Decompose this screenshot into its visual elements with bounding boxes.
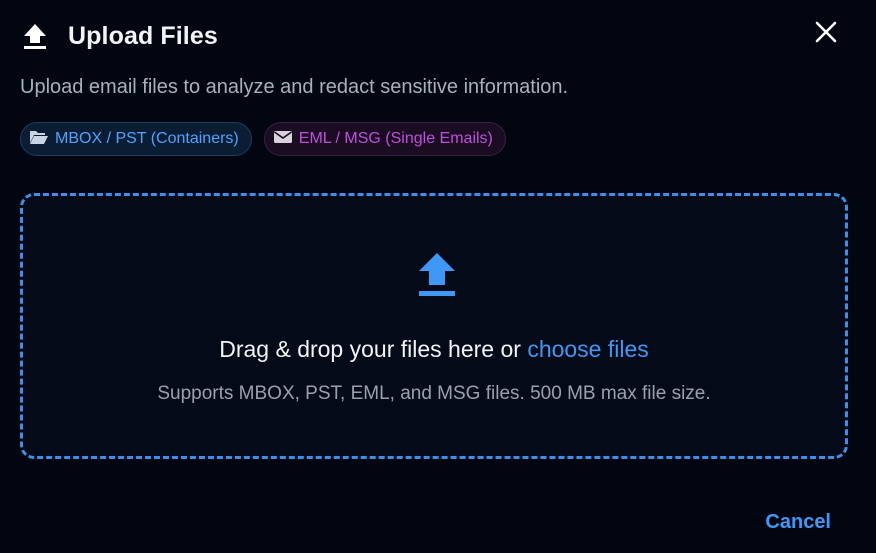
choose-files-link[interactable]: choose files <box>527 336 648 362</box>
upload-dialog: Upload Files Upload email files to analy… <box>0 0 876 553</box>
dropzone-prompt-text: Drag & drop your files here or <box>219 336 521 362</box>
envelope-icon <box>273 129 293 150</box>
dropzone-support-text: Supports MBOX, PST, EML, and MSG files. … <box>157 383 711 404</box>
chip-mbox-pst[interactable]: MBOX / PST (Containers) <box>20 122 252 156</box>
chip-eml-msg[interactable]: EML / MSG (Single Emails) <box>263 122 506 156</box>
dialog-description: Upload email files to analyze and redact… <box>20 76 569 98</box>
upload-icon <box>20 21 50 51</box>
dialog-header: Upload Files <box>20 16 218 56</box>
dropzone-prompt: Drag & drop your files here or choose fi… <box>23 336 845 363</box>
close-button[interactable] <box>810 18 842 50</box>
file-type-chips: MBOX / PST (Containers) EML / MSG (Singl… <box>20 122 506 156</box>
folder-open-icon <box>29 129 49 150</box>
upload-icon <box>415 251 459 299</box>
close-icon <box>814 20 838 49</box>
chip-label: EML / MSG (Single Emails) <box>298 130 493 147</box>
cancel-button[interactable]: Cancel <box>765 511 831 534</box>
file-dropzone[interactable]: Drag & drop your files here or choose fi… <box>20 193 848 459</box>
chip-label: MBOX / PST (Containers) <box>55 130 239 147</box>
dialog-title: Upload Files <box>68 21 218 50</box>
